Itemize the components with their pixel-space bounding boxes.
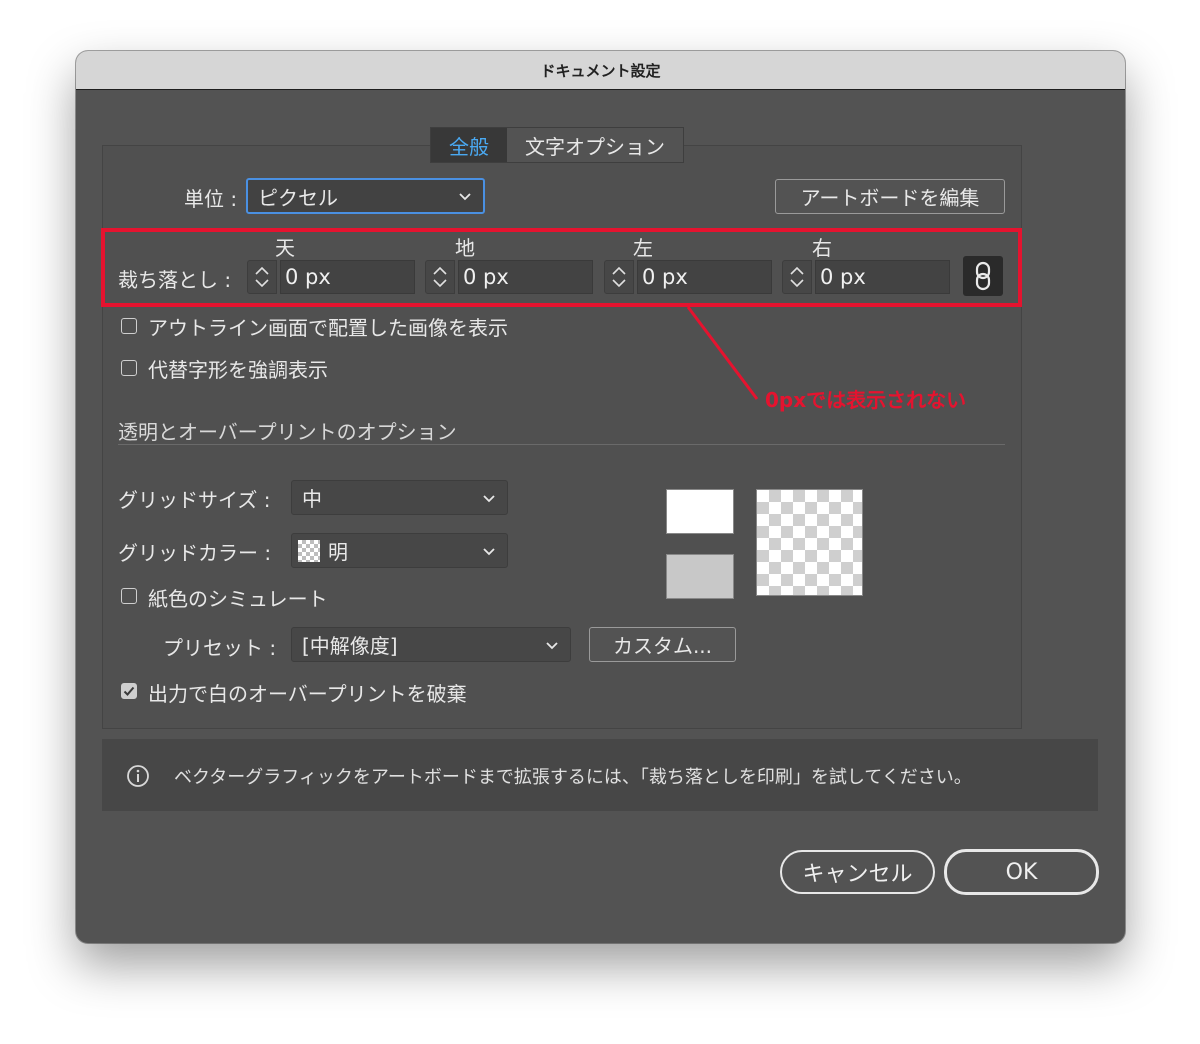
annotation-text: 0pxでは表示されない <box>765 388 967 412</box>
annotation-pointer-line <box>686 306 759 400</box>
